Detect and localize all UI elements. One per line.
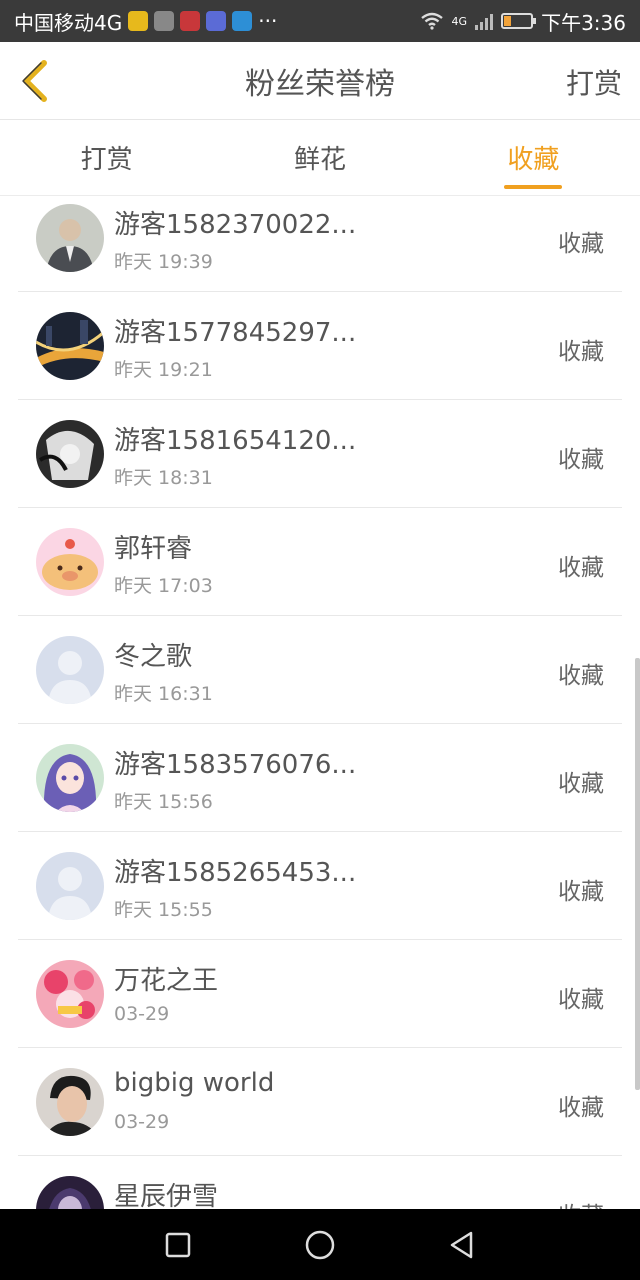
fan-name: 星辰伊雪 (114, 1182, 219, 1209)
fan-time: 03-29 (114, 1003, 170, 1025)
list-item[interactable]: 游客1582370022... 昨天 19:39 收藏 (18, 184, 622, 292)
message-app-icon (232, 11, 253, 31)
photo-man-icon (36, 204, 104, 272)
anime-girl-icon (36, 744, 104, 812)
fan-name: 万花之王 (114, 966, 219, 996)
network-type-label: 4G (451, 14, 468, 28)
carrier-label: 中国移动4G (14, 10, 123, 35)
app-notification-icon (128, 11, 149, 31)
fan-action-tag: 收藏 (558, 771, 604, 797)
fan-action-tag: 收藏 (558, 339, 604, 365)
list-item[interactable]: 冬之歌 昨天 16:31 收藏 (18, 616, 622, 724)
triangle-back-icon (450, 1231, 473, 1259)
list-item[interactable]: 游客1585265453... 昨天 15:55 收藏 (18, 832, 622, 940)
fan-action-tag: 收藏 (558, 987, 604, 1013)
system-nav-bar (0, 1209, 640, 1280)
reward-button[interactable]: 打赏 (566, 62, 622, 102)
photo-boy-icon (36, 1068, 104, 1136)
recents-button[interactable] (160, 1227, 196, 1263)
anime-bw-icon (36, 420, 104, 488)
list-item[interactable]: bigbig world 03-29 收藏 (18, 1048, 622, 1156)
list-item[interactable]: 游客1583576076... 昨天 15:56 收藏 (18, 724, 622, 832)
flower-pink-icon (36, 960, 104, 1028)
fan-name: bigbig world (114, 1068, 275, 1098)
fan-action-tag: 收藏 (558, 879, 604, 905)
back-chevron-icon (22, 60, 47, 102)
city-night-icon (36, 312, 104, 380)
battery-icon (501, 13, 537, 29)
fan-action-tag: 收藏 (558, 1095, 604, 1121)
cartoon-pig-icon (36, 528, 104, 596)
circle-icon (305, 1230, 335, 1260)
fan-action-tag: 收藏 (558, 1196, 604, 1209)
anime-dark-icon (36, 1176, 104, 1209)
fan-list[interactable]: 游客1582370022... 昨天 19:39 收藏 游客1577845297… (18, 184, 622, 1209)
fan-time: 昨天 17:03 (114, 575, 213, 597)
fan-time: 昨天 15:55 (114, 899, 213, 921)
fan-name: 郭轩睿 (114, 534, 193, 564)
fan-name: 游客1583576076... (114, 750, 357, 780)
fan-action-tag: 收藏 (558, 555, 604, 581)
fan-time: 昨天 15:56 (114, 791, 213, 813)
list-item[interactable]: 游客1581654120... 昨天 18:31 收藏 (18, 400, 622, 508)
page-title: 粉丝荣誉榜 (245, 66, 395, 102)
app-header: 粉丝荣誉榜 打赏 (0, 42, 640, 120)
list-item[interactable]: 游客1577845297... 昨天 19:21 收藏 (18, 292, 622, 400)
default-user-icon (36, 636, 104, 704)
fan-name: 游客1581654120... (114, 426, 357, 456)
list-item[interactable]: 星辰伊雪 收藏 (18, 1156, 622, 1209)
fan-action-tag: 收藏 (558, 447, 604, 473)
status-bar: 中国移动4G ··· 4G 下午3:36 (0, 0, 640, 42)
fan-action-tag: 收藏 (558, 231, 604, 257)
fan-action-tag: 收藏 (558, 663, 604, 689)
square-icon (165, 1232, 191, 1258)
system-back-button[interactable] (444, 1227, 480, 1263)
music-app-icon (206, 11, 227, 31)
fan-time: 昨天 16:31 (114, 683, 213, 705)
list-item[interactable]: 郭轩睿 昨天 17:03 收藏 (18, 508, 622, 616)
wechat-icon (154, 11, 175, 31)
list-scrollbar[interactable] (635, 658, 640, 1090)
default-user-icon (36, 852, 104, 920)
list-item[interactable]: 万花之王 03-29 收藏 (18, 940, 622, 1048)
fan-time: 昨天 19:39 (114, 251, 213, 273)
fan-name: 游客1582370022... (114, 210, 357, 240)
clock: 下午3:36 (541, 10, 626, 35)
fan-name: 冬之歌 (114, 642, 193, 672)
fan-time: 昨天 18:31 (114, 467, 213, 489)
home-button[interactable] (302, 1227, 338, 1263)
more-notifications-icon: ··· (258, 9, 278, 33)
wifi-icon (420, 12, 443, 30)
fan-name: 游客1577845297... (114, 318, 357, 348)
reader-app-icon (180, 11, 201, 31)
fan-name: 游客1585265453... (114, 858, 357, 888)
fan-time: 03-29 (114, 1111, 170, 1133)
fan-time: 昨天 19:21 (114, 359, 213, 381)
signal-icon (475, 12, 494, 30)
back-button[interactable] (10, 52, 60, 110)
